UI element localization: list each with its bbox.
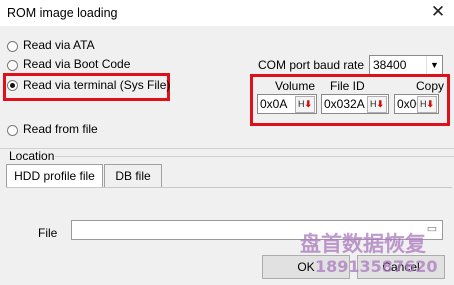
file-id-label: File ID bbox=[330, 79, 365, 93]
folder-icon[interactable]: ▭ bbox=[424, 222, 440, 237]
hex-spin-button[interactable]: H⬇ bbox=[367, 96, 387, 113]
copy-stepper[interactable]: 0x00 H⬇ bbox=[394, 94, 439, 114]
tab-db-file[interactable]: DB file bbox=[104, 164, 162, 188]
radio-label-read-via-ata: Read via ATA bbox=[23, 38, 95, 52]
chevron-down-icon[interactable]: ▼ bbox=[426, 56, 442, 74]
radio-read-from-file[interactable] bbox=[7, 125, 18, 136]
radio-read-via-terminal[interactable] bbox=[7, 80, 18, 91]
tab-label: DB file bbox=[115, 169, 151, 183]
radio-label-read-from-file: Read from file bbox=[23, 122, 98, 136]
close-icon[interactable]: ✕ bbox=[428, 2, 448, 22]
ok-label: OK bbox=[297, 260, 315, 274]
window-title: ROM image loading bbox=[7, 6, 118, 20]
tab-label: HDD profile file bbox=[14, 169, 95, 183]
group-border bbox=[55, 156, 454, 157]
radio-label-read-via-boot-code: Read via Boot Code bbox=[23, 57, 131, 71]
tab-panel-border bbox=[6, 187, 452, 188]
baud-rate-select[interactable]: 38400 ▼ bbox=[369, 55, 443, 75]
watermark-text: 盘首数据恢复 bbox=[300, 232, 426, 256]
baud-rate-value: 38400 bbox=[373, 58, 407, 72]
volume-stepper[interactable]: 0x0A H⬇ bbox=[257, 94, 317, 114]
file-id-value: 0x032A bbox=[324, 97, 365, 111]
volume-label: Volume bbox=[275, 79, 316, 93]
radio-read-via-boot-code[interactable] bbox=[7, 60, 18, 71]
watermark-phone: 18913587620 bbox=[315, 257, 438, 276]
radio-label-read-via-terminal: Read via terminal (Sys File) bbox=[23, 78, 171, 92]
tab-hdd-profile-file[interactable]: HDD profile file bbox=[6, 164, 103, 188]
hex-spin-button[interactable]: H⬇ bbox=[417, 96, 437, 113]
volume-value: 0x0A bbox=[260, 97, 288, 111]
file-id-stepper[interactable]: 0x032A H⬇ bbox=[321, 94, 389, 114]
title-bar: ROM image loading ✕ bbox=[0, 0, 454, 26]
radio-read-via-ata[interactable] bbox=[7, 41, 18, 52]
location-group-label: Location bbox=[9, 149, 55, 163]
separator bbox=[0, 148, 454, 149]
copy-label: Copy bbox=[416, 79, 445, 93]
com-port-label: COM port baud rate bbox=[258, 58, 365, 72]
hex-spin-button[interactable]: H⬇ bbox=[295, 96, 315, 113]
file-label: File bbox=[38, 226, 58, 240]
